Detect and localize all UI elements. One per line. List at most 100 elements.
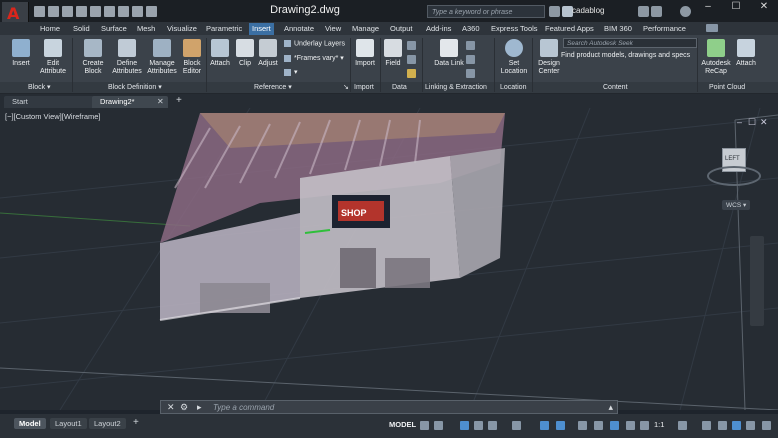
selection-cycling-icon[interactable] [610, 421, 619, 430]
annotation-monitor-icon[interactable] [702, 421, 711, 430]
annotation-visibility-icon[interactable] [640, 421, 649, 430]
object-snap-tracking-icon[interactable] [540, 421, 549, 430]
save-icon[interactable] [62, 6, 73, 17]
annotation-scale[interactable]: 1:1 [654, 420, 664, 429]
print-icon[interactable] [104, 6, 115, 17]
viewport-restore-icon[interactable]: – [737, 117, 742, 127]
object-snap-icon[interactable] [556, 421, 565, 430]
tab-surface[interactable]: Surface [98, 23, 130, 35]
tab-output[interactable]: Output [387, 23, 416, 35]
undo-icon[interactable] [118, 6, 129, 17]
customization-menu-icon[interactable] [762, 421, 771, 430]
wcs-menu[interactable]: WCS ▾ [722, 200, 751, 210]
viewport-close-icon[interactable]: ✕ [760, 117, 768, 128]
field-button[interactable]: Field [376, 39, 410, 68]
keyword-search-input[interactable]: Type a keyword or phrase [427, 5, 545, 18]
command-line[interactable]: ✕ ⚙ ▸ Type a command ▴ [160, 400, 618, 414]
define-attributes-button[interactable]: Define Attributes [110, 39, 144, 76]
new-layout-icon[interactable]: + [133, 417, 139, 428]
underlay-layers-button[interactable]: Underlay Layers [284, 40, 345, 47]
command-history-icon[interactable]: ▴ [608, 402, 613, 413]
minimize-button[interactable]: – [694, 0, 722, 14]
viewport-controls-label[interactable]: [−][Custom View][Wireframe] [5, 112, 101, 121]
close-tab-icon[interactable]: ✕ [157, 97, 164, 106]
update-fields-icon[interactable] [407, 41, 416, 50]
set-location-button[interactable]: Set Location [497, 39, 531, 76]
redo-icon[interactable] [132, 6, 143, 17]
tab-view[interactable]: View [322, 23, 344, 35]
command-input[interactable]: Type a command [213, 402, 274, 413]
group-label-block[interactable]: Block ▾ [28, 83, 51, 93]
binoculars-icon[interactable] [549, 6, 560, 17]
autodesk-seek-search-input[interactable]: Search Autodesk Seek [563, 38, 697, 48]
hardware-acceleration-icon[interactable] [746, 421, 755, 430]
manage-attributes-button[interactable]: Manage Attributes [145, 39, 179, 76]
attach-point-cloud-button[interactable]: Attach [729, 39, 763, 68]
tab-visualize[interactable]: Visualize [164, 23, 200, 35]
tab-insert[interactable]: Insert [249, 23, 274, 35]
grid-icon[interactable] [420, 421, 429, 430]
tab-mesh[interactable]: Mesh [134, 23, 158, 35]
tab-featured-apps[interactable]: Featured Apps [542, 23, 597, 35]
tab-layout2[interactable]: Layout2 [89, 418, 126, 429]
customize-icon[interactable]: ⚙ [180, 402, 188, 413]
edit-attribute-button[interactable]: Edit Attribute [36, 39, 70, 76]
tab-annotate[interactable]: Annotate [281, 23, 317, 35]
exchange-apps-icon[interactable] [638, 6, 649, 17]
adjust-button[interactable]: Adjust [251, 39, 285, 68]
isolate-objects-icon[interactable] [732, 421, 741, 430]
3d-osnap-icon[interactable] [626, 421, 635, 430]
user-name[interactable]: cadablog [572, 6, 604, 15]
tab-parametric[interactable]: Parametric [203, 23, 245, 35]
create-block-button[interactable]: Create Block [76, 39, 110, 76]
tab-bim-360[interactable]: BIM 360 [601, 23, 635, 35]
tab-solid[interactable]: Solid [70, 23, 93, 35]
lineweight-icon[interactable] [578, 421, 587, 430]
isodraft-icon[interactable] [512, 421, 521, 430]
application-menu-button[interactable]: A [2, 2, 29, 24]
infer-constraints-icon[interactable] [460, 421, 469, 430]
tab-home[interactable]: Home [37, 23, 63, 35]
tab-manage[interactable]: Manage [349, 23, 382, 35]
download-from-source-icon[interactable] [466, 69, 475, 78]
tab-a360[interactable]: A360 [459, 23, 483, 35]
new-icon[interactable] [34, 6, 45, 17]
tab-performance[interactable]: Performance [640, 23, 689, 35]
new-tab-icon[interactable]: + [176, 95, 182, 106]
help-icon[interactable] [680, 6, 691, 17]
viewport-maximize-icon[interactable]: ☐ [748, 117, 756, 128]
workspace-switching-icon[interactable] [678, 421, 687, 430]
insert-block-button[interactable]: Insert [4, 39, 38, 68]
navigation-bar[interactable] [750, 236, 764, 326]
qat-dropdown-icon[interactable] [146, 6, 157, 17]
save-as-icon[interactable] [76, 6, 87, 17]
tab-model[interactable]: Model [14, 418, 46, 429]
tab-express-tools[interactable]: Express Tools [488, 23, 541, 35]
data-link-button[interactable]: Data Link [432, 39, 466, 68]
ortho-icon[interactable] [474, 421, 483, 430]
group-label-reference[interactable]: Reference ▾ [254, 83, 292, 93]
tab-layout1[interactable]: Layout1 [50, 418, 87, 429]
frames-vary-dropdown[interactable]: *Frames vary* ▾ [284, 54, 344, 62]
close-command-line-icon[interactable]: ✕ [167, 402, 175, 413]
drawing-viewport[interactable]: SHOP [−][Custom View][Wireframe] – ☐ ✕ L… [0, 108, 778, 410]
web-save-icon[interactable] [90, 6, 101, 17]
command-prompt-icon[interactable]: ▸ [197, 402, 202, 413]
autodesk-recap-button[interactable]: Autodesk ReCap [699, 39, 733, 76]
snap-underlay-dropdown[interactable]: ▾ [284, 68, 298, 76]
extract-data-icon[interactable] [466, 41, 475, 50]
maximize-button[interactable]: ☐ [722, 0, 750, 14]
polar-icon[interactable] [488, 421, 497, 430]
group-label-block-definition[interactable]: Block Definition ▾ [108, 83, 162, 93]
close-button[interactable]: ✕ [750, 0, 778, 14]
stay-connected-icon[interactable] [651, 6, 662, 17]
reference-panel-launcher-icon[interactable]: ↘ [343, 83, 349, 93]
ole-object-icon[interactable] [407, 55, 416, 64]
transparency-icon[interactable] [594, 421, 603, 430]
open-icon[interactable] [48, 6, 59, 17]
upload-to-source-icon[interactable] [466, 55, 475, 64]
tab-start[interactable]: Start [4, 96, 94, 108]
units-icon[interactable] [718, 421, 727, 430]
ribbon-options-icon[interactable] [706, 24, 718, 32]
hyperlink-icon[interactable] [407, 69, 416, 78]
